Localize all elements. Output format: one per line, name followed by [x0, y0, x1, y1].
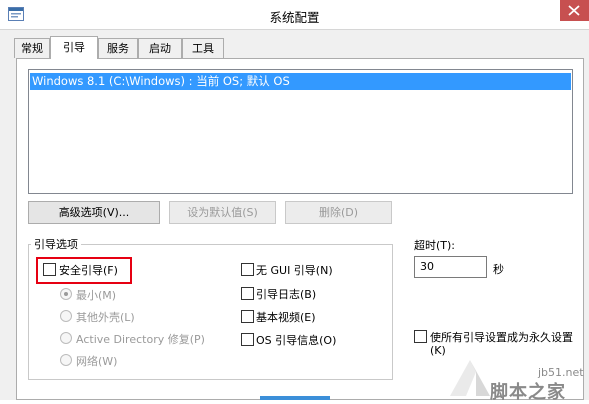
radio-ad-repair-label: Active Directory 修复(P) [76, 333, 205, 346]
ok-button-edge[interactable] [260, 396, 330, 400]
timeout-label: 超时(T): [414, 239, 456, 252]
radio-minimal-label: 最小(M) [76, 289, 117, 302]
no-gui-boot-label: 无 GUI 引导(N) [256, 264, 333, 277]
timeout-unit: 秒 [493, 263, 504, 276]
close-button[interactable] [560, 0, 589, 21]
window-title: 系统配置 [269, 10, 320, 25]
watermark-text: 脚本之家 [490, 382, 566, 403]
os-boot-info-checkbox[interactable] [241, 333, 254, 346]
radio-network[interactable] [60, 354, 72, 366]
tab-general[interactable]: 常规 [14, 38, 50, 58]
make-permanent-label-hotkey: (K) [430, 344, 446, 357]
tab-boot[interactable]: 引导 [50, 36, 98, 59]
advanced-options-button[interactable]: 高级选项(V)... [28, 201, 160, 224]
boot-log-checkbox[interactable] [241, 287, 254, 300]
boot-entry-item[interactable]: Windows 8.1 (C:\Windows) : 当前 OS; 默认 OS [30, 73, 571, 90]
make-permanent-checkbox[interactable] [414, 330, 427, 343]
tab-services[interactable]: 服务 [98, 38, 138, 58]
radio-minimal[interactable] [60, 288, 72, 300]
radio-ad-repair[interactable] [60, 332, 72, 344]
watermark-logo-icon [446, 352, 494, 400]
os-boot-info-label: OS 引导信息(O) [256, 334, 337, 347]
base-video-checkbox[interactable] [241, 310, 254, 323]
radio-alternate-shell-label: 其他外壳(L) [76, 311, 135, 324]
safe-boot-highlight-box [36, 257, 132, 284]
close-icon [568, 5, 580, 16]
tab-tools[interactable]: 工具 [182, 38, 224, 58]
no-gui-boot-checkbox[interactable] [241, 263, 254, 276]
boot-entry-list[interactable]: Windows 8.1 (C:\Windows) : 当前 OS; 默认 OS [28, 69, 573, 194]
radio-network-label: 网络(W) [76, 355, 118, 368]
radio-alternate-shell[interactable] [60, 310, 72, 322]
boot-options-group-label: 引导选项 [31, 236, 81, 252]
set-default-button[interactable]: 设为默认值(S) [169, 201, 276, 224]
tab-startup[interactable]: 启动 [138, 38, 182, 58]
timeout-input[interactable]: 30 [414, 256, 487, 278]
boot-log-label: 引导日志(B) [256, 288, 317, 301]
delete-button[interactable]: 删除(D) [285, 201, 392, 224]
make-permanent-label: 使所有引导设置成为永久设置 [430, 331, 573, 344]
base-video-label: 基本视频(E) [256, 311, 316, 324]
radio-selected-dot [64, 292, 68, 296]
